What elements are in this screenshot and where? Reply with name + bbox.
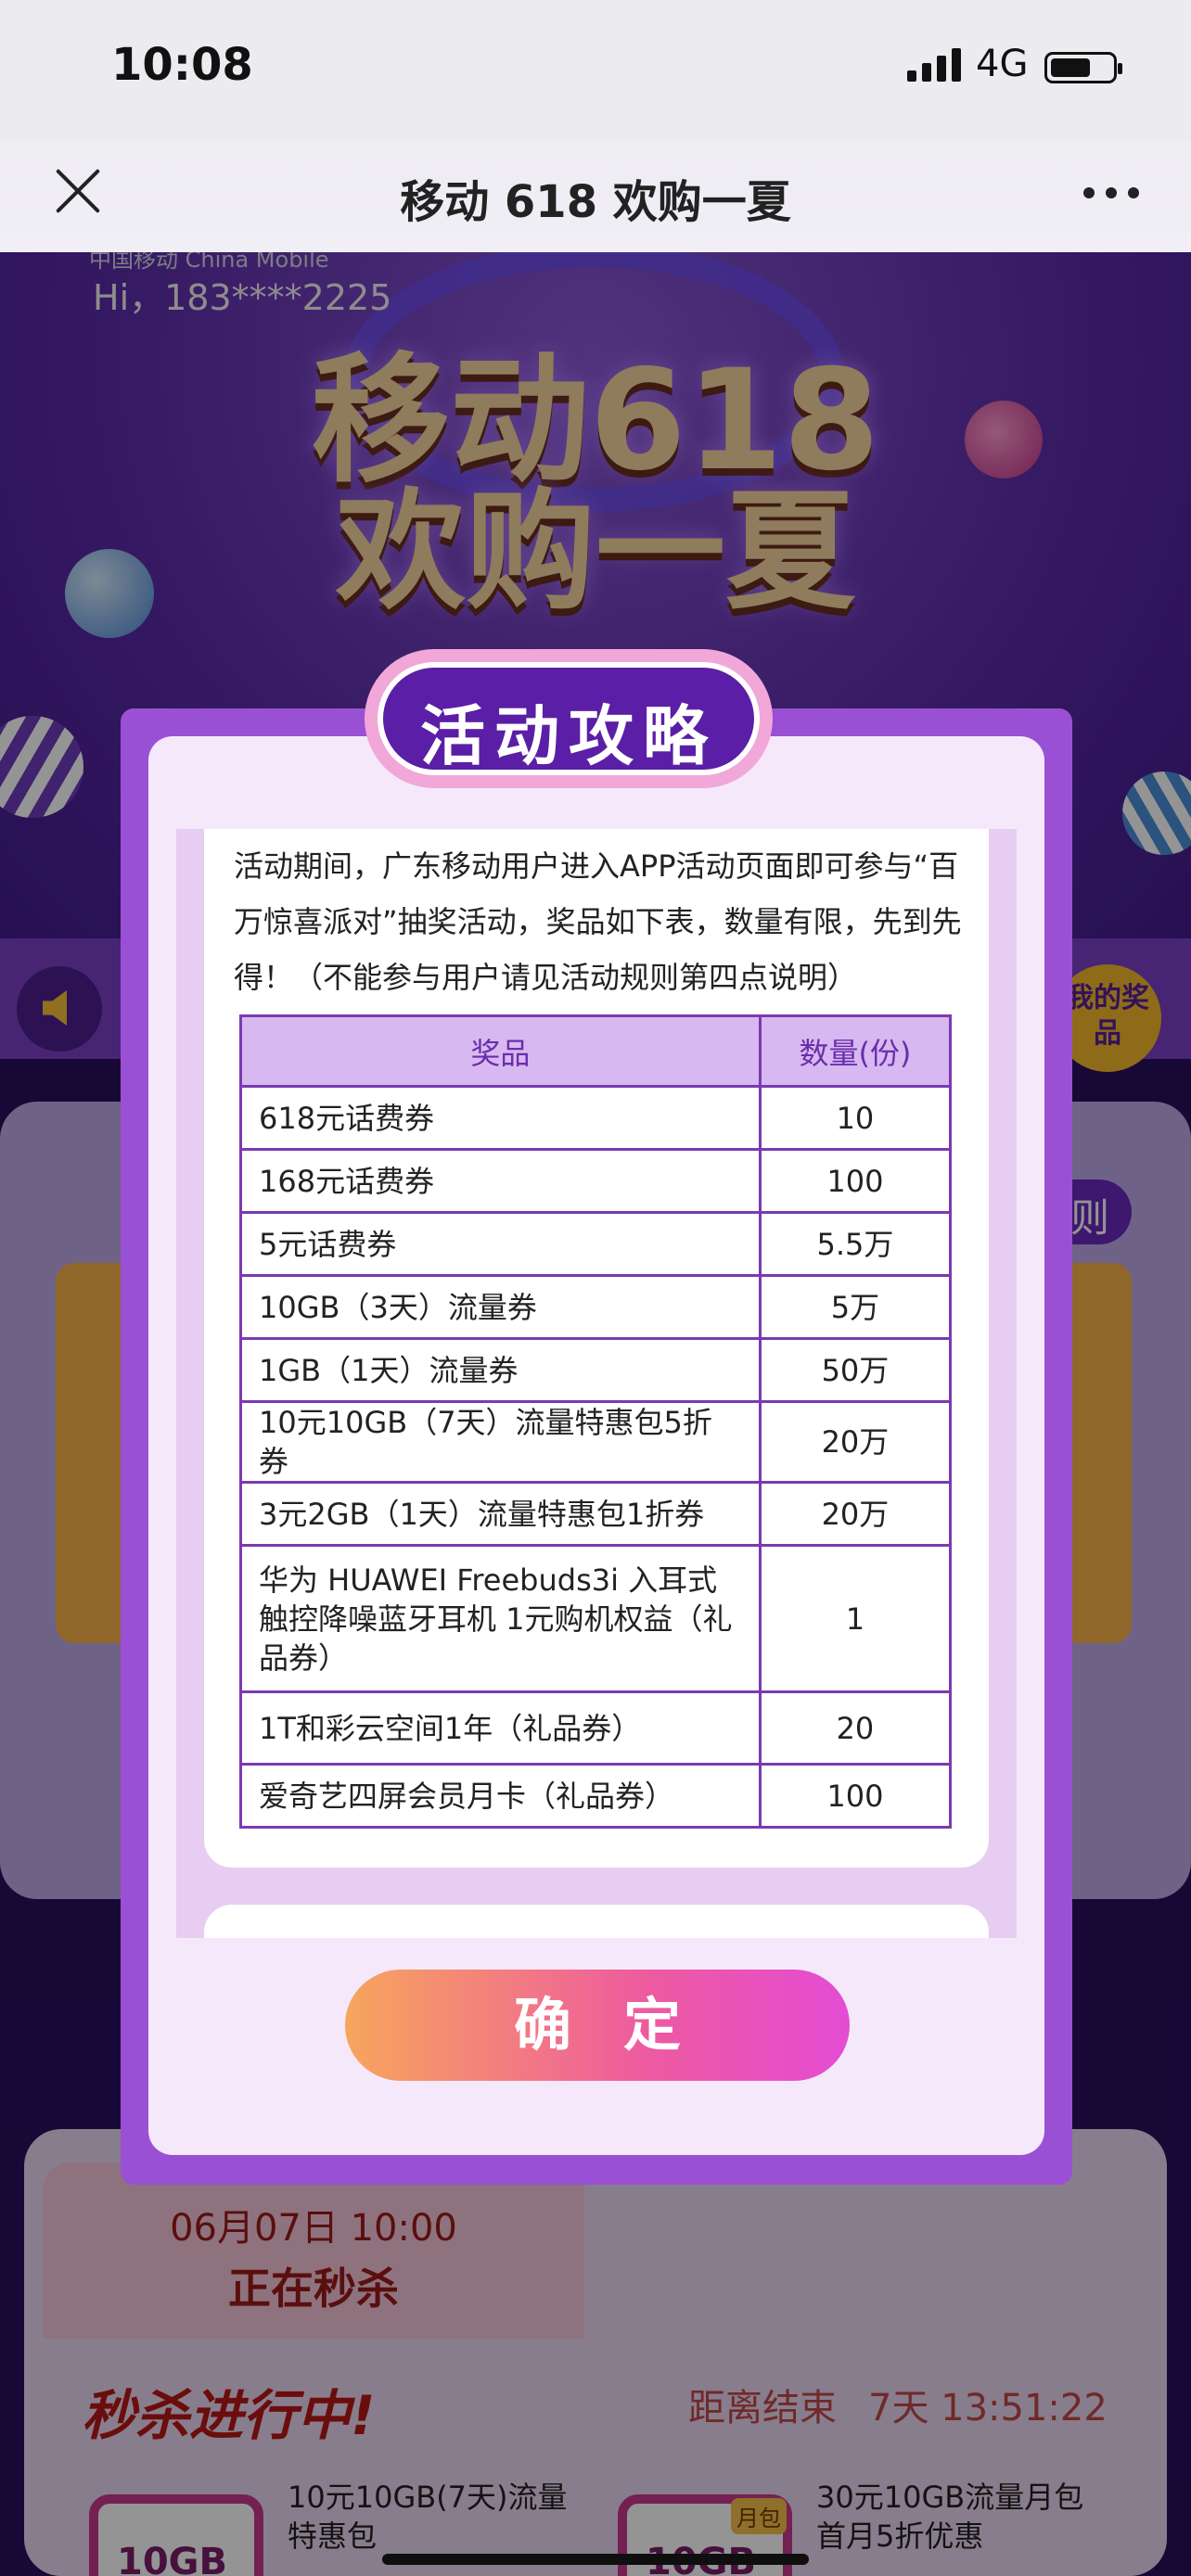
prize-qty: 100 bbox=[758, 1148, 953, 1214]
prize-qty: 20万 bbox=[758, 1400, 953, 1484]
network-label: 4G bbox=[976, 43, 1029, 85]
table-row: 3元2GB（1天）流量特惠包1折券 20万 bbox=[239, 1481, 953, 1547]
next-content-panel bbox=[204, 1905, 989, 1938]
prize-qty: 10 bbox=[758, 1085, 953, 1151]
prize-qty: 50万 bbox=[758, 1337, 953, 1403]
battery-icon bbox=[1044, 52, 1122, 83]
prize-name: 爱奇艺四屏会员月卡（礼品券） bbox=[239, 1763, 762, 1829]
prize-table: 奖品 数量(份) 618元话费券 10 168元话费券 100 5元话费券 5.5万 … bbox=[239, 1014, 953, 1829]
header-qty: 数量(份) bbox=[758, 1014, 953, 1088]
modal-title-badge: 活动攻略 bbox=[365, 649, 773, 788]
prize-name: 3元2GB（1天）流量特惠包1折券 bbox=[239, 1481, 762, 1547]
modal-scroll-area[interactable]: 活动期间，广东移动用户进入APP活动页面即可参与“百万惊喜派对”抽奖活动，奖品如… bbox=[176, 829, 1017, 1938]
prize-qty: 1 bbox=[758, 1544, 953, 1693]
prize-qty: 20万 bbox=[758, 1481, 953, 1547]
table-row: 10元10GB（7天）流量特惠包5折券 20万 bbox=[239, 1400, 953, 1484]
prize-name: 1T和彩云空间1年（礼品券） bbox=[239, 1690, 762, 1766]
modal-content-panel: 活动期间，广东移动用户进入APP活动页面即可参与“百万惊喜派对”抽奖活动，奖品如… bbox=[204, 829, 989, 1868]
prize-name: 10元10GB（7天）流量特惠包5折券 bbox=[239, 1400, 762, 1484]
modal-title: 活动攻略 bbox=[420, 698, 717, 774]
table-row: 168元话费券 100 bbox=[239, 1148, 953, 1214]
activity-guide-modal: 活动期间，广东移动用户进入APP活动页面即可参与“百万惊喜派对”抽奖活动，奖品如… bbox=[121, 649, 1072, 2185]
prize-name: 华为 HUAWEI Freebuds3i 入耳式触控降噪蓝牙耳机 1元购机权益（… bbox=[239, 1544, 762, 1693]
table-header-row: 奖品 数量(份) bbox=[239, 1014, 953, 1088]
page-title: 移动 618 欢购一夏 bbox=[400, 176, 791, 228]
table-row: 618元话费券 10 bbox=[239, 1085, 953, 1151]
prize-name: 5元话费券 bbox=[239, 1211, 762, 1277]
table-row: 1GB（1天）流量券 50万 bbox=[239, 1337, 953, 1403]
activity-intro: 活动期间，广东移动用户进入APP活动页面即可参与“百万惊喜派对”抽奖活动，奖品如… bbox=[234, 848, 962, 995]
modal-title-inner: 活动攻略 bbox=[378, 662, 760, 775]
header-prize: 奖品 bbox=[239, 1014, 762, 1088]
status-time: 10:08 bbox=[111, 39, 253, 91]
confirm-button[interactable]: 确定 bbox=[345, 1970, 850, 2081]
status-bar: 10:08 4G bbox=[0, 0, 1191, 139]
more-icon[interactable] bbox=[1083, 185, 1139, 200]
table-row: 华为 HUAWEI Freebuds3i 入耳式触控降噪蓝牙耳机 1元购机权益（… bbox=[239, 1544, 953, 1693]
table-row: 爱奇艺四屏会员月卡（礼品券） 100 bbox=[239, 1763, 953, 1829]
prize-qty: 5万 bbox=[758, 1274, 953, 1340]
modal-inner: 活动期间，广东移动用户进入APP活动页面即可参与“百万惊喜派对”抽奖活动，奖品如… bbox=[148, 736, 1044, 2155]
prize-name: 1GB（1天）流量券 bbox=[239, 1337, 762, 1403]
prize-name: 168元话费券 bbox=[239, 1148, 762, 1214]
prize-qty: 5.5万 bbox=[758, 1211, 953, 1277]
nav-bar: 移动 618 欢购一夏 bbox=[0, 139, 1191, 252]
prize-qty: 100 bbox=[758, 1763, 953, 1829]
prize-qty: 20 bbox=[758, 1690, 953, 1766]
table-row: 10GB（3天）流量券 5万 bbox=[239, 1274, 953, 1340]
signal-icon bbox=[907, 48, 961, 82]
table-row: 1T和彩云空间1年（礼品券） 20 bbox=[239, 1690, 953, 1766]
prize-name: 10GB（3天）流量券 bbox=[239, 1274, 762, 1340]
table-row: 5元话费券 5.5万 bbox=[239, 1211, 953, 1277]
prize-name: 618元话费券 bbox=[239, 1085, 762, 1151]
